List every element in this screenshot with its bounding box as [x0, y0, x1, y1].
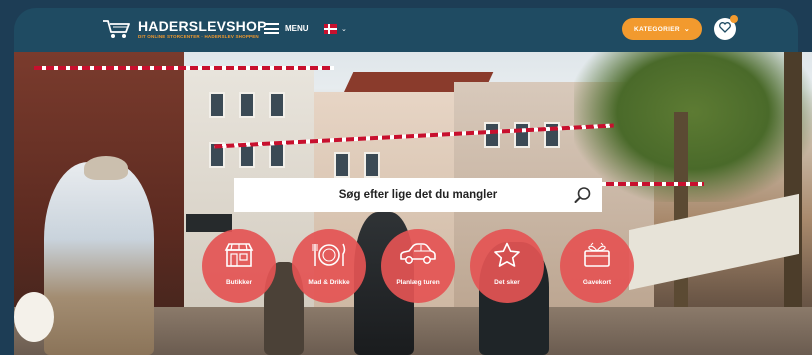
scenery-window	[269, 142, 285, 168]
scenery-window	[514, 122, 530, 148]
scenery-window	[334, 152, 350, 178]
category-gavekort[interactable]: Gavekort	[560, 229, 634, 303]
chevron-down-icon: ⌄	[341, 26, 347, 33]
category-label: Butikker	[225, 279, 252, 286]
danish-flag-icon	[324, 24, 337, 34]
favorites-button[interactable]	[714, 15, 738, 40]
scenery-window	[239, 92, 255, 118]
star-icon	[494, 242, 520, 267]
scenery-flag-garland	[594, 182, 704, 186]
scenery-window	[269, 92, 285, 118]
site-header: HADERSLEVSHOP DIT ONLINE STORCENTER · HA…	[14, 8, 798, 52]
menu-label: MENU	[285, 24, 309, 33]
scenery-person-cap	[84, 156, 128, 180]
search-icon[interactable]	[574, 186, 592, 209]
scenery-sign	[14, 292, 54, 342]
favorites-badge	[730, 15, 738, 23]
logo-name: HADERSLEVSHOP	[138, 18, 267, 34]
category-det-sker[interactable]: Det sker	[470, 229, 544, 303]
site-logo[interactable]: HADERSLEVSHOP DIT ONLINE STORCENTER · HA…	[102, 18, 267, 40]
page-frame: HADERSLEVSHOP DIT ONLINE STORCENTER · HA…	[0, 0, 812, 355]
shop-icon	[224, 243, 254, 267]
category-label: Planlæg turen	[396, 279, 440, 286]
categories-button[interactable]: KATEGORIER ⌄	[622, 18, 702, 40]
search-bar[interactable]: Søg efter lige det du mangler	[234, 178, 602, 212]
hamburger-icon	[264, 23, 279, 34]
gift-card-icon	[584, 242, 610, 267]
category-planlaeg-turen[interactable]: Planlæg turen	[381, 229, 455, 303]
category-label: Mad & Drikke	[308, 279, 350, 286]
logo-tagline: DIT ONLINE STORCENTER · HADERSLEV SHOPPE…	[138, 34, 259, 39]
scenery-awning	[629, 193, 799, 291]
search-input[interactable]: Søg efter lige det du mangler	[339, 189, 497, 201]
category-mad-drikke[interactable]: Mad & Drikke	[292, 229, 366, 303]
plate-cutlery-icon	[312, 243, 346, 266]
scenery-window	[484, 122, 500, 148]
scenery-flag-garland	[34, 66, 334, 70]
shopping-cart-icon	[102, 18, 132, 40]
scenery-window	[209, 92, 225, 118]
menu-button[interactable]: MENU	[264, 23, 309, 34]
scenery-person	[44, 162, 154, 355]
heart-icon	[719, 20, 731, 38]
categories-button-label: KATEGORIER	[633, 25, 680, 33]
language-selector[interactable]: ⌄	[324, 24, 347, 34]
chevron-down-icon: ⌄	[683, 26, 691, 33]
category-label: Det sker	[494, 279, 520, 286]
category-butikker[interactable]: Butikker	[202, 229, 276, 303]
scenery-window	[364, 152, 380, 178]
car-icon	[400, 243, 436, 264]
category-label: Gavekort	[582, 279, 612, 286]
scenery-shop-sign	[186, 214, 232, 232]
